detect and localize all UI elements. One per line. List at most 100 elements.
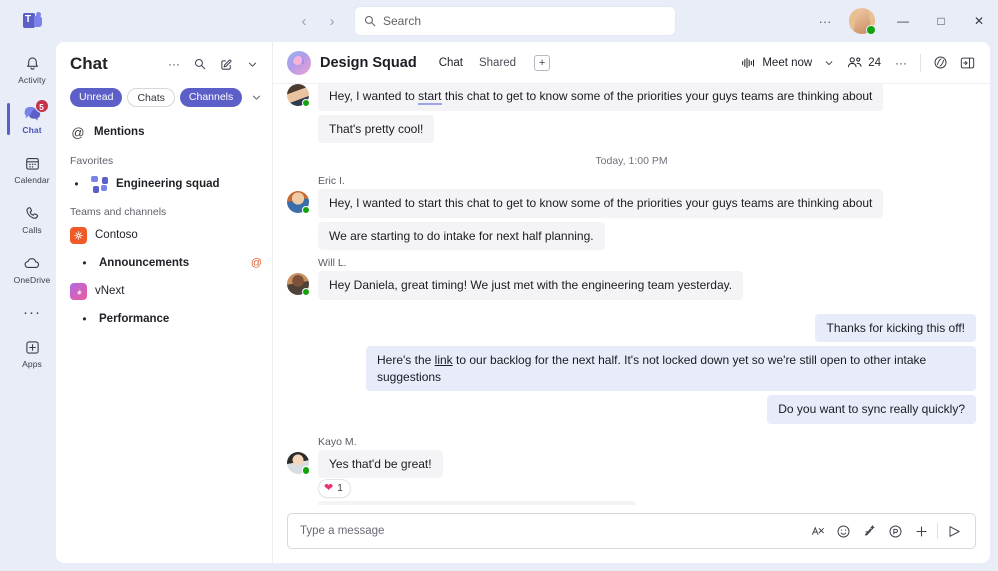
phone-icon xyxy=(24,203,41,223)
maximize-button[interactable]: □ xyxy=(922,0,960,42)
search-input[interactable]: Search xyxy=(355,7,675,35)
emoji-icon[interactable] xyxy=(830,518,856,544)
chat-list-search-icon[interactable] xyxy=(188,52,212,76)
message-bubble[interactable]: Do you want to sync really quickly? xyxy=(767,395,976,424)
compose-box[interactable]: Type a message xyxy=(287,513,976,549)
sidebar-item-label: Contoso xyxy=(95,229,138,241)
chat-unread-badge: 5 xyxy=(34,99,49,113)
add-tab-button[interactable]: + xyxy=(534,54,551,71)
sidebar-item-label: Calls xyxy=(22,225,42,235)
message-bubble[interactable]: Btw, can you check the LT Planning Agend… xyxy=(318,501,636,505)
message-row: Thanks for kicking this off! xyxy=(287,313,976,343)
filters-chevron-down-icon[interactable] xyxy=(251,92,262,103)
filter-pill-channels[interactable]: Channels xyxy=(179,88,243,107)
tab-chat[interactable]: Chat xyxy=(431,48,471,78)
message-bubble[interactable]: Here's the link to our backlog for the n… xyxy=(366,346,976,392)
cloud-icon xyxy=(23,253,42,273)
sidebar-item-performance[interactable]: • Performance xyxy=(56,305,272,333)
chat-header-actions: Meet now 24 ··· xyxy=(738,49,980,77)
copilot-icon[interactable] xyxy=(927,50,953,76)
loop-icon[interactable] xyxy=(882,518,908,544)
sidebar-item-mentions[interactable]: @ Mentions xyxy=(56,117,272,147)
sidebar-item-label: vNext xyxy=(95,285,125,297)
message-input[interactable]: Type a message xyxy=(300,525,804,537)
bullet-icon: • xyxy=(82,312,87,326)
message-link[interactable]: link xyxy=(435,353,453,367)
chat-filters: Unread Chats Channels xyxy=(56,86,272,115)
sidebar-item-onedrive[interactable]: OneDrive xyxy=(10,245,54,293)
message-bubble[interactable]: Hey Daniela, great timing! We just met w… xyxy=(318,271,744,300)
meet-now-chevron-down-icon[interactable] xyxy=(818,58,840,68)
minimize-button[interactable]: — xyxy=(884,0,922,42)
sidebar-item-calls[interactable]: Calls xyxy=(10,195,54,243)
presence-available-icon xyxy=(301,205,310,215)
send-icon[interactable] xyxy=(941,518,967,544)
participants-button[interactable]: 24 xyxy=(841,49,887,77)
chevron-down-icon[interactable] xyxy=(240,52,264,76)
format-icon[interactable] xyxy=(804,518,830,544)
open-panel-icon[interactable] xyxy=(954,50,980,76)
message-text-after: to our backlog for the next half. It's n… xyxy=(377,353,927,384)
title-bar: ‹ › Search ··· — □ ✕ xyxy=(0,0,998,42)
avatar[interactable] xyxy=(849,8,876,35)
team-grid-icon xyxy=(91,175,108,193)
message-sender: Will L. xyxy=(318,257,347,270)
rail-more-button[interactable]: ··· xyxy=(23,295,41,329)
message-bubble[interactable]: Hey, I wanted to start this chat to get … xyxy=(318,189,884,218)
reaction-count: 1 xyxy=(337,483,343,495)
message-bubble[interactable]: Hey, I wanted to start this chat to get … xyxy=(318,84,884,111)
sidebar-item-activity[interactable]: Activity xyxy=(10,45,54,93)
message-list[interactable]: Hey, I wanted to start this chat to get … xyxy=(273,84,990,505)
sidebar-item-engineering-squad[interactable]: • Engineering squad xyxy=(56,170,272,198)
reaction-heart[interactable]: ❤ 1 xyxy=(318,479,351,499)
people-icon xyxy=(847,56,863,69)
tab-shared[interactable]: Shared xyxy=(471,48,524,78)
plus-icon[interactable] xyxy=(908,518,934,544)
message-row: Hey Daniela, great timing! We just met w… xyxy=(287,271,976,300)
chat-list-pane: Chat ··· Unread Chats Channels @ Mention… xyxy=(56,42,272,563)
titlebar-more-button[interactable]: ··· xyxy=(810,6,840,36)
back-button[interactable]: ‹ xyxy=(291,8,317,34)
filter-pill-unread[interactable]: Unread xyxy=(70,88,123,107)
sidebar-item-label: Engineering squad xyxy=(116,178,220,190)
compose-divider xyxy=(937,523,938,539)
calendar-icon xyxy=(24,153,41,173)
at-icon: @ xyxy=(71,124,85,140)
filter-pill-chats[interactable]: Chats xyxy=(127,88,175,107)
sidebar-item-contoso[interactable]: Contoso xyxy=(56,221,272,249)
sidebar-item-calendar[interactable]: Calendar xyxy=(10,145,54,193)
presence-available-icon xyxy=(301,98,310,107)
forward-button[interactable]: › xyxy=(319,8,345,34)
message-row: Hey, I wanted to start this chat to get … xyxy=(287,189,976,218)
search-container: Search xyxy=(355,7,675,35)
sidebar-item-chat[interactable]: 5 Chat xyxy=(7,95,54,143)
sidebar-item-apps[interactable]: Apps xyxy=(10,329,54,377)
chat-title: Design Squad xyxy=(320,54,417,71)
sidebar-item-label: Apps xyxy=(22,359,42,369)
participants-count: 24 xyxy=(868,56,881,69)
avatar[interactable] xyxy=(287,273,310,297)
compose-icon[interactable] xyxy=(214,52,238,76)
message-row: Do you want to sync really quickly? xyxy=(287,395,976,424)
chat-list-more-icon[interactable]: ··· xyxy=(162,52,186,76)
sidebar-item-announcements[interactable]: • Announcements @ xyxy=(56,249,272,277)
message-row: Here's the link to our backlog for the n… xyxy=(287,346,976,392)
presence-available-icon xyxy=(301,466,310,475)
sidebar-item-vnext[interactable]: vNext xyxy=(56,277,272,305)
chat-header-more-icon[interactable]: ··· xyxy=(888,50,914,76)
message-bubble[interactable]: We are starting to do intake for next ha… xyxy=(318,221,605,251)
avatar[interactable] xyxy=(287,84,310,107)
page-title: Chat xyxy=(70,54,108,73)
message-bubble[interactable]: That's pretty cool! xyxy=(318,114,435,144)
navigation-arrows: ‹ › xyxy=(291,8,345,34)
meet-now-button[interactable]: Meet now xyxy=(738,49,817,77)
message-row: Yes that'd be great! xyxy=(287,449,976,479)
avatar[interactable] xyxy=(287,191,310,215)
copilot-compose-icon[interactable] xyxy=(856,518,882,544)
message-bubble[interactable]: Thanks for kicking this off! xyxy=(815,313,976,343)
message-bubble[interactable]: Yes that'd be great! xyxy=(318,449,443,479)
section-title-favorites: Favorites xyxy=(70,155,114,167)
close-button[interactable]: ✕ xyxy=(960,0,998,42)
avatar[interactable] xyxy=(287,451,310,475)
chat-list-header: Chat ··· xyxy=(56,42,272,86)
